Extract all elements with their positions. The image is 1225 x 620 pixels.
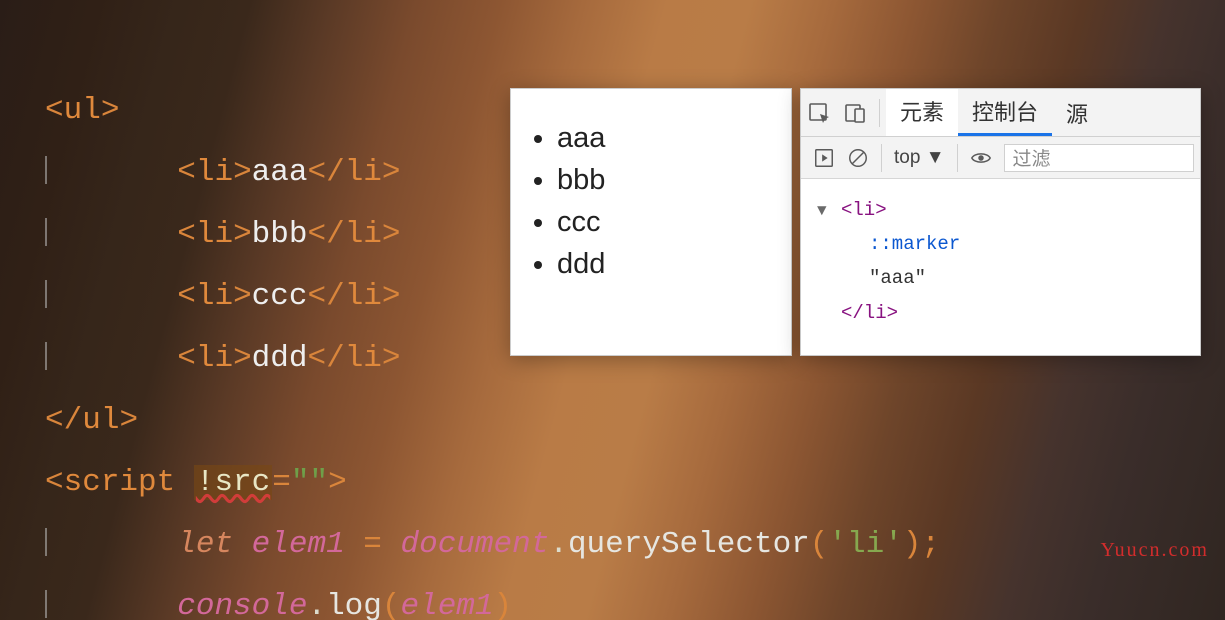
tab-elements[interactable]: 元素	[886, 89, 958, 136]
preview-list: aaa bbb ccc ddd	[557, 117, 773, 285]
watermark-text: Yuucn.com	[1100, 539, 1209, 562]
chevron-down-icon: ▼	[926, 147, 945, 169]
separator	[957, 144, 958, 172]
devtools-toolbar: top ▼ 过滤	[801, 137, 1200, 179]
context-selector[interactable]: top ▼	[894, 147, 945, 169]
tab-console[interactable]: 控制台	[958, 89, 1052, 136]
list-item: bbb	[557, 159, 773, 201]
clear-console-icon[interactable]	[847, 147, 869, 169]
screenshot-root: <ul> <li>aaa</li> <li>bbb</li> <li>ccc</…	[0, 0, 1225, 620]
separator	[879, 99, 880, 127]
dom-tree-close-tag[interactable]: </li>	[841, 296, 1188, 330]
dom-tree-open-tag[interactable]: <li>	[841, 193, 1188, 227]
list-item: aaa	[557, 117, 773, 159]
devtools-panel: 元素 控制台 源 top ▼ 过滤 ▼ <li> ::marker "aaa" …	[800, 88, 1201, 356]
separator	[881, 144, 882, 172]
devtools-tabbar: 元素 控制台 源	[801, 89, 1200, 137]
filter-input[interactable]: 过滤	[1004, 144, 1194, 172]
device-toggle-icon[interactable]	[843, 101, 867, 125]
play-icon[interactable]	[813, 147, 835, 169]
inspect-element-icon[interactable]	[807, 101, 831, 125]
eye-icon[interactable]	[970, 147, 992, 169]
expand-arrow-icon[interactable]: ▼	[817, 197, 827, 226]
tab-sources[interactable]: 源	[1052, 89, 1102, 136]
dom-tree-text[interactable]: "aaa"	[841, 261, 1188, 295]
list-item: ddd	[557, 243, 773, 285]
browser-preview-panel: aaa bbb ccc ddd	[510, 88, 792, 356]
console-output[interactable]: ▼ <li> ::marker "aaa" </li>	[801, 179, 1200, 338]
dom-tree-marker[interactable]: ::marker	[841, 227, 1188, 261]
list-item: ccc	[557, 201, 773, 243]
